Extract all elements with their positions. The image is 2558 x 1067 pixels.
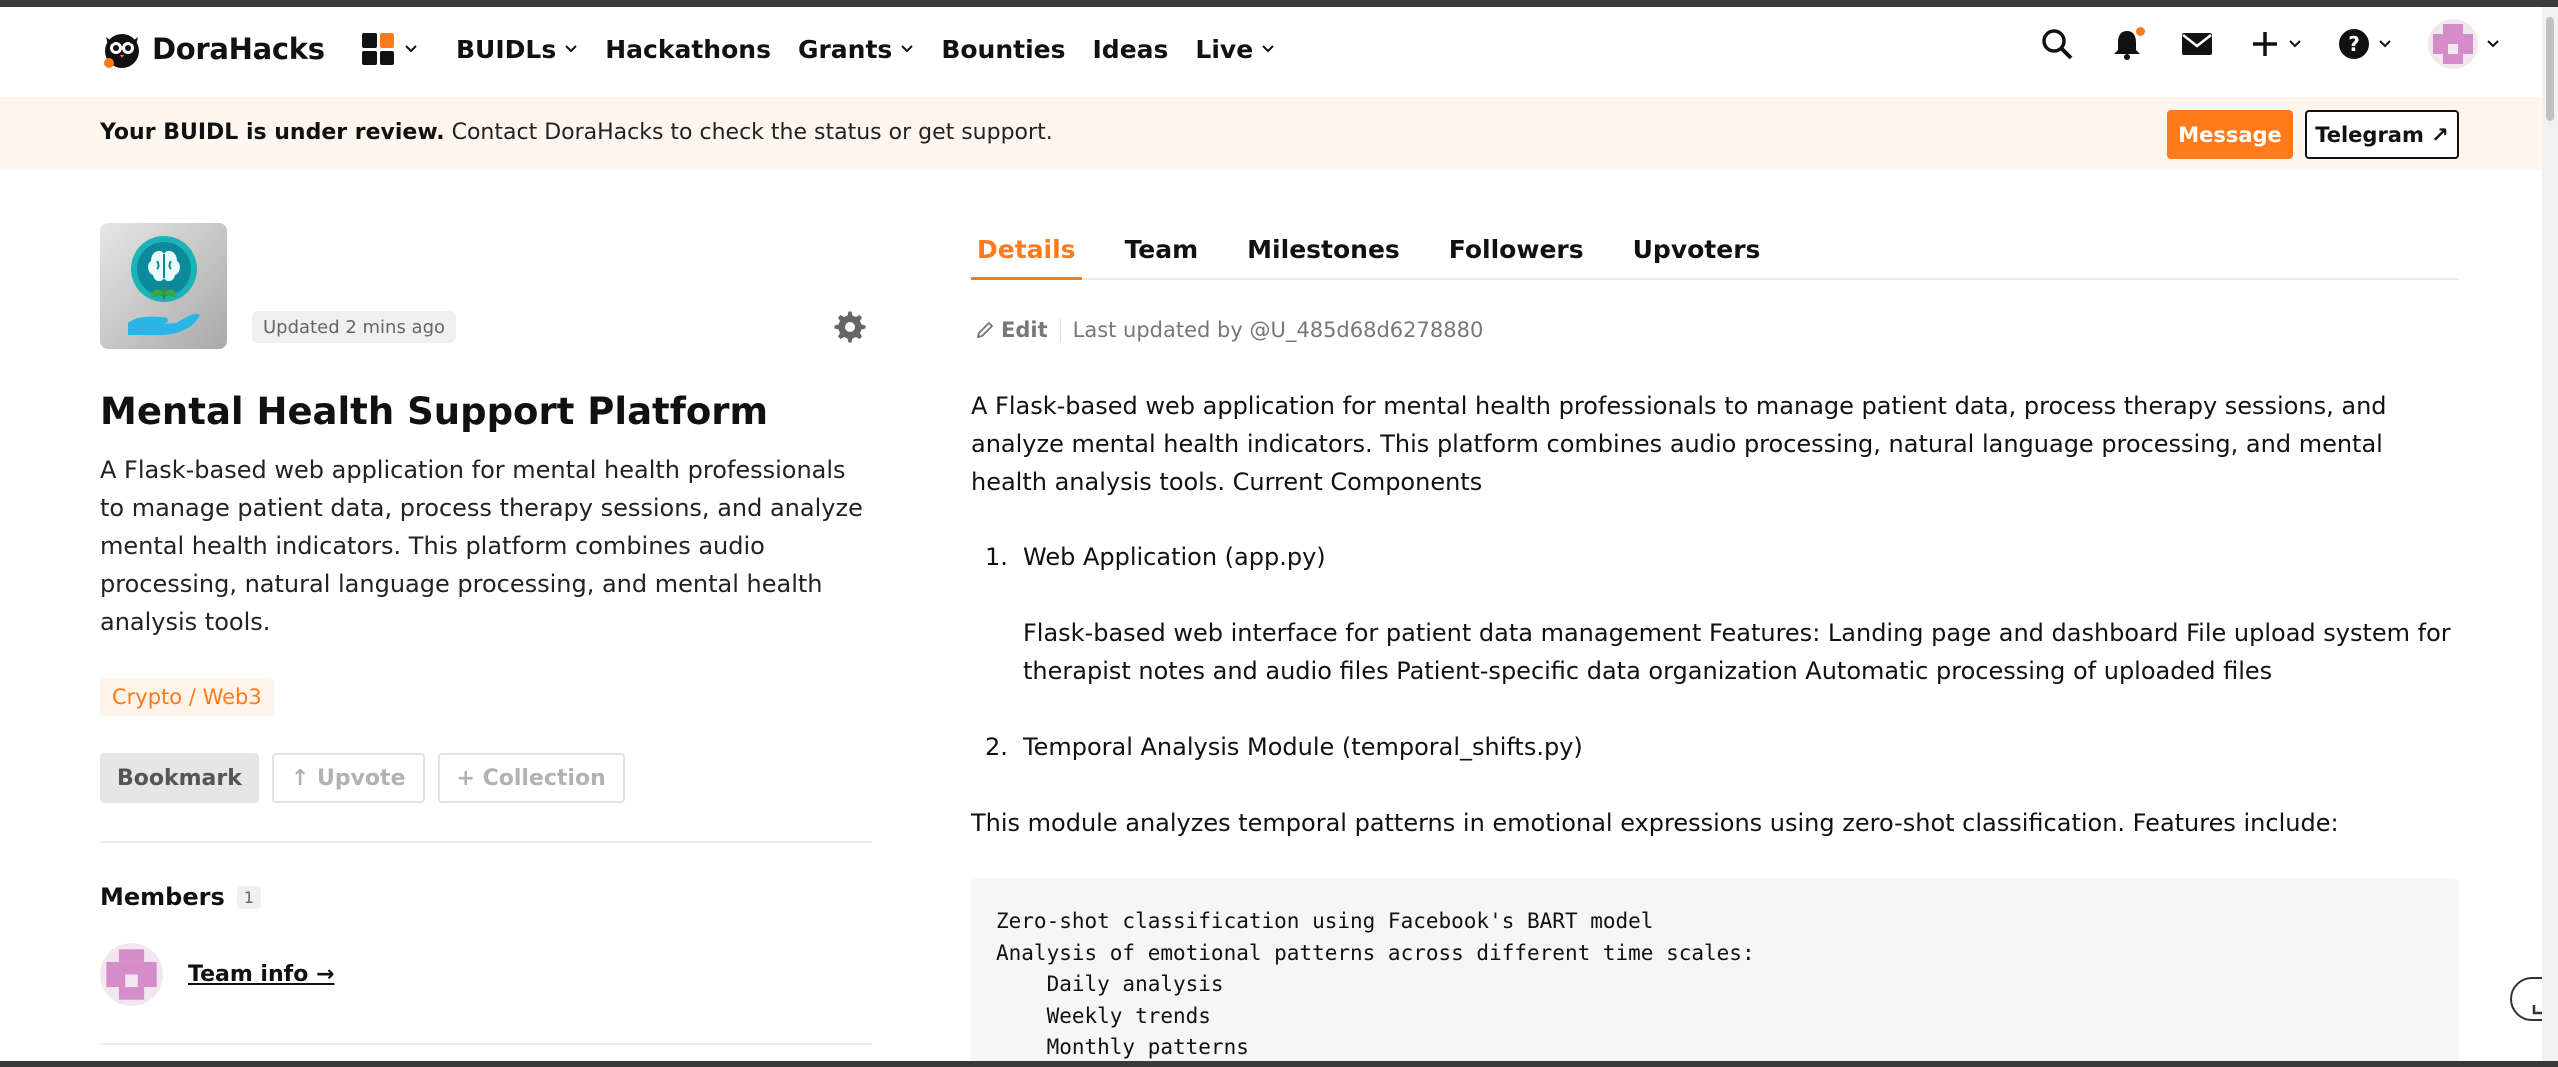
details-paragraph: A Flask-based web application for mental… [971,392,2387,496]
tab-details[interactable]: Details [971,223,1082,280]
create-menu[interactable] [2250,27,2302,61]
nav-grants[interactable]: Grants [798,35,914,64]
updated-badge: Updated 2 mins ago [252,311,457,343]
category-tag[interactable]: Crypto / Web3 [100,678,274,716]
nav-hackathons[interactable]: Hackathons [605,35,771,64]
header-actions: ? [2040,19,2500,69]
apps-menu[interactable] [362,33,418,65]
tab-upvoters[interactable]: Upvoters [1627,223,1767,280]
edit-bar: Edit Last updated by @U_485d68d6278880 [975,318,1483,342]
search-icon [2042,29,2073,60]
nav-buidls[interactable]: BUIDLs [456,35,578,64]
list-item-body: Flask-based web interface for patient da… [1023,619,2451,685]
identicon-icon [2433,24,2473,64]
member-row: Team info → [100,943,334,1006]
divider [100,841,872,843]
module-paragraph: This module analyzes temporal patterns i… [971,809,2339,837]
chevron-down-icon [901,45,914,53]
review-message-bold: Your BUIDL is under review. [100,120,445,145]
user-menu[interactable] [2428,19,2500,69]
chevron-down-icon [2379,40,2391,48]
tab-followers[interactable]: Followers [1443,223,1590,280]
telegram-button[interactable]: Telegram ↗ [2305,110,2459,159]
plus-icon [2253,32,2277,56]
nav-label: Bounties [941,34,1066,64]
code-block: Zero-shot classification using Facebook'… [971,878,2459,1067]
code-line: Zero-shot classification using Facebook'… [996,909,1654,933]
avatar [2428,19,2478,69]
review-banner: Your BUIDL is under review. Contact Dora… [0,97,2542,170]
dorahacks-owl-icon [104,34,139,68]
add-collection-button[interactable]: + Collection [437,753,625,803]
help-icon: ? [2339,29,2369,59]
list-number: 2. [985,733,1008,761]
brain-hand-icon [127,236,200,335]
nav-label: Grants [797,34,893,64]
tab-milestones[interactable]: Milestones [1241,223,1406,280]
project-title: Mental Health Support Platform [100,390,769,433]
edit-label: Edit [1001,318,1048,342]
chevron-down-icon [2289,40,2301,48]
nav-label: Ideas [1092,34,1169,64]
brand-name: DoraHacks [152,32,325,66]
list-item-title: Web Application (app.py) [1023,543,1326,571]
apps-grid-icon [362,33,394,65]
help-menu[interactable]: ? [2338,27,2392,61]
list-item-title: Temporal Analysis Module (temporal_shift… [1023,733,1583,761]
top-edge [0,0,2558,7]
separator [1059,319,1061,341]
nav-label: Live [1195,34,1254,64]
scrollbar-thumb[interactable] [2546,17,2554,121]
search-button[interactable] [2040,27,2074,61]
members-label: Members [100,883,225,911]
list-number: 1. [985,543,1008,571]
nav-label: BUIDLs [456,34,557,64]
members-heading: Members 1 [100,883,261,911]
chevron-down-icon [1262,45,1274,53]
nav-live[interactable]: Live [1195,35,1275,64]
avatar[interactable] [100,943,163,1006]
chevron-down-icon [2487,40,2499,48]
edit-button[interactable]: Edit [975,318,1048,342]
nav-ideas[interactable]: Ideas [1093,35,1169,64]
project-description: A Flask-based web application for mental… [100,456,863,636]
project-logo [100,223,227,349]
main-nav: BUIDLs Hackathons Grants Bounties Ideas … [362,33,1302,65]
notifications-button[interactable] [2110,27,2145,61]
tab-team[interactable]: Team [1119,223,1205,280]
review-message-text: Contact DoraHacks to check the status or… [444,120,1053,145]
nav-bounties[interactable]: Bounties [941,35,1065,64]
unread-dot [2136,27,2145,36]
mail-icon [2182,33,2212,55]
brand-logo[interactable]: DoraHacks [100,27,325,71]
project-tabs: Details Team Milestones Followers Upvote… [971,223,2459,280]
code-line: Weekly trends [996,1003,1211,1028]
gear-icon[interactable] [833,310,867,344]
details-intro: A Flask-based web application for mental… [971,387,2459,501]
messages-button[interactable] [2180,27,2214,61]
members-count: 1 [236,885,261,909]
chevron-down-icon [565,45,577,53]
project-actions: Bookmark ↑ Upvote + Collection [100,753,625,803]
divider [100,1043,872,1045]
code-line: Daily analysis [996,972,1224,996]
last-updated: Last updated by @U_485d68d6278880 [1072,318,1484,342]
chevron-down-icon [405,45,417,53]
upvote-button[interactable]: ↑ Upvote [271,753,425,803]
nav-label: Hackathons [605,34,771,64]
code-line: Monthly patterns [996,1035,1249,1059]
pencil-icon [976,321,994,339]
identicon-icon [106,949,157,1000]
bookmark-button[interactable]: Bookmark [100,753,259,803]
message-button[interactable]: Message [2167,110,2293,159]
code-line: Analysis of emotional patterns across di… [996,940,1755,965]
page-scrollbar[interactable] [2542,7,2558,1061]
svg-text:?: ? [2348,32,2360,56]
top-nav: DoraHacks BUIDLs Hackathons Grants Bount… [0,7,2542,97]
review-message: Your BUIDL is under review. Contact Dora… [100,120,1053,145]
bottom-edge [0,1061,2558,1067]
team-info-link[interactable]: Team info → [188,962,334,987]
